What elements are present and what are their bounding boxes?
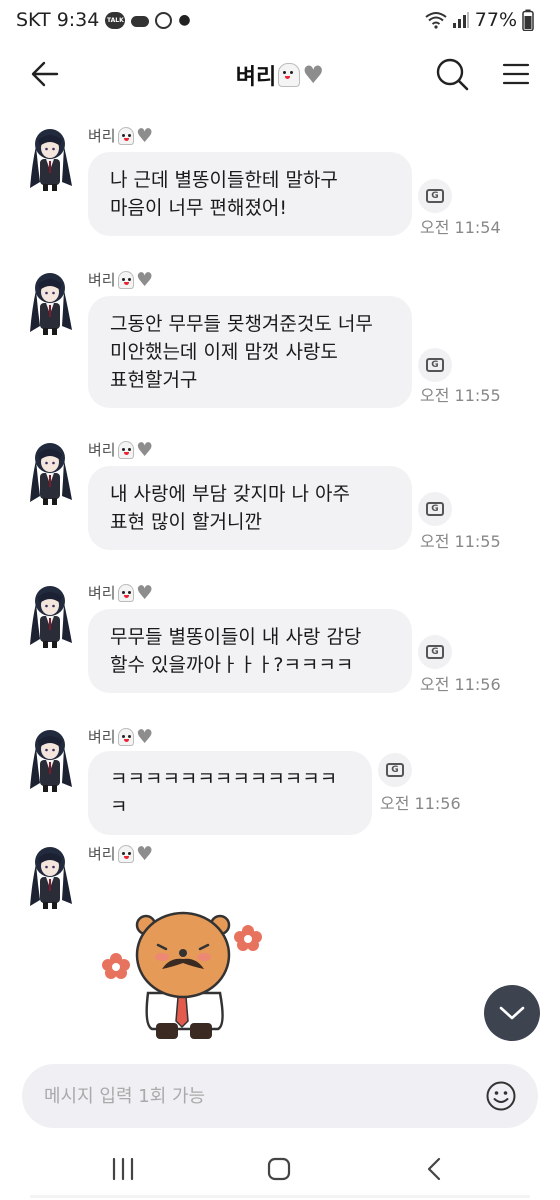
chat-header: 벼리 ♥ (0, 42, 560, 108)
sender-avatar[interactable] (26, 583, 74, 649)
heart-circle-icon (155, 11, 173, 29)
back-nav-icon[interactable] (420, 1156, 450, 1182)
signal-icon (452, 12, 469, 28)
translate-button[interactable]: G (418, 492, 452, 526)
message-bubble[interactable]: 무무들 별똥이들이 내 사랑 감당 할수 있을까아ㅏㅏㅏ?ㅋㅋㅋㅋ (88, 609, 412, 693)
ghost-emoji-icon (117, 844, 134, 863)
ghost-emoji-icon (278, 63, 301, 87)
sender-name: 벼리 ♥ (88, 125, 154, 146)
status-bar: SKT 9:34 TALK ● 77% (0, 0, 560, 42)
message-bubble[interactable]: 그동안 무무들 못챙겨준것도 너무 미안했는데 이제 맘껏 사랑도 표현할거구 (88, 296, 412, 408)
emoji-icon[interactable] (485, 1080, 517, 1112)
status-right: 77% (425, 9, 534, 31)
battery-icon (522, 9, 534, 31)
grey-heart-icon: ♥ (136, 725, 154, 748)
ghost-emoji-icon (117, 727, 134, 746)
sender-name-text: 벼리 (88, 441, 116, 459)
nav-divider (30, 1195, 530, 1198)
sender-name: 벼리 ♥ (88, 439, 154, 460)
battery-percent: 77% (474, 9, 517, 31)
translate-icon: G (426, 358, 444, 372)
home-icon[interactable] (264, 1156, 294, 1182)
translate-button[interactable]: G (418, 179, 452, 213)
chevron-down-icon (499, 1006, 525, 1020)
sender-name-text: 벼리 (88, 127, 116, 145)
grey-heart-icon: ♥ (136, 438, 154, 461)
translate-button[interactable]: G (378, 753, 412, 787)
sender-avatar[interactable] (26, 126, 74, 192)
grey-heart-icon: ♥ (136, 268, 154, 291)
grey-heart-icon: ♥ (136, 842, 154, 865)
grey-heart-icon: ♥ (136, 124, 154, 147)
message-group: 벼리 ♥ 무무들 별똥이들이 내 사랑 감당 할수 있을까아ㅏㅏㅏ?ㅋㅋㅋㅋ G… (0, 579, 560, 694)
grey-heart-icon: ♥ (136, 581, 154, 604)
translate-icon: G (426, 189, 444, 203)
translate-button[interactable]: G (418, 635, 452, 669)
message-time: 오전 11:56 (380, 794, 461, 813)
sender-name: 벼리 ♥ (88, 269, 154, 290)
flower-right-icon (234, 925, 262, 951)
chat-title: 벼리 ♥ (0, 59, 560, 91)
sender-name-text: 벼리 (88, 584, 116, 602)
grey-heart-icon: ♥ (302, 61, 324, 89)
sender-name-text: 벼리 (88, 728, 116, 746)
sender-name: 벼리 ♥ (88, 582, 154, 603)
message-group: 벼리 ♥ 그동안 무무들 못챙겨준것도 너무 미안했는데 이제 맘껏 사랑도 표… (0, 266, 560, 408)
bear-mustache-sticker[interactable] (100, 905, 270, 1045)
kakaotalk-notification-icon: TALK (105, 11, 126, 29)
ghost-emoji-icon (117, 440, 134, 459)
more-notifications-dot-icon: ● (178, 12, 191, 28)
status-left: SKT 9:34 TALK ● (16, 9, 191, 31)
system-navigation-bar (0, 1136, 560, 1200)
menu-icon[interactable] (500, 58, 532, 90)
message-input-bar (22, 1064, 538, 1128)
flower-left-icon (102, 953, 130, 979)
scroll-to-bottom-button[interactable] (484, 985, 540, 1041)
translate-button[interactable]: G (418, 348, 452, 382)
sender-avatar[interactable] (26, 844, 74, 910)
translate-icon: G (426, 645, 444, 659)
message-group: 벼리 ♥ (0, 840, 560, 920)
search-icon[interactable] (434, 56, 470, 92)
message-bubble[interactable]: ㅋㅋㅋㅋㅋㅋㅋㅋㅋㅋㅋㅋㅋㅋ (88, 751, 372, 835)
chat-title-text: 벼리 (235, 65, 277, 90)
message-group: 벼리 ♥ ㅋㅋㅋㅋㅋㅋㅋㅋㅋㅋㅋㅋㅋㅋ G 오전 11:56 (0, 723, 560, 835)
sender-name-text: 벼리 (88, 845, 116, 863)
sender-avatar[interactable] (26, 727, 74, 793)
cloud-icon (131, 16, 150, 27)
message-group: 벼리 ♥ 나 근데 별똥이들한테 말하구 마음이 너무 편해졌어! G 오전 1… (0, 122, 560, 242)
message-bubble[interactable]: 나 근데 별똥이들한테 말하구 마음이 너무 편해졌어! (88, 152, 412, 236)
translate-icon: G (386, 763, 404, 777)
sender-avatar[interactable] (26, 440, 74, 506)
message-bubble[interactable]: 내 사랑에 부담 갖지마 나 아주 표현 많이 할거니깐 (88, 466, 412, 550)
translate-icon: G (426, 502, 444, 516)
wifi-icon (425, 12, 447, 29)
carrier-time: SKT 9:34 (16, 9, 100, 31)
message-input[interactable] (44, 1082, 444, 1110)
ghost-emoji-icon (117, 583, 134, 602)
ghost-emoji-icon (117, 270, 134, 289)
sender-name: 벼리 ♥ (88, 843, 154, 864)
message-group: 벼리 ♥ 내 사랑에 부담 갖지마 나 아주 표현 많이 할거니깐 G 오전 1… (0, 436, 560, 551)
message-time: 오전 11:56 (420, 675, 501, 694)
recent-apps-icon[interactable] (108, 1156, 138, 1182)
sender-name: 벼리 ♥ (88, 726, 154, 747)
sender-avatar[interactable] (26, 270, 74, 336)
message-time: 오전 11:54 (420, 218, 501, 237)
ghost-emoji-icon (117, 126, 134, 145)
message-time: 오전 11:55 (420, 532, 501, 551)
message-time: 오전 11:55 (420, 386, 501, 405)
sender-name-text: 벼리 (88, 271, 116, 289)
